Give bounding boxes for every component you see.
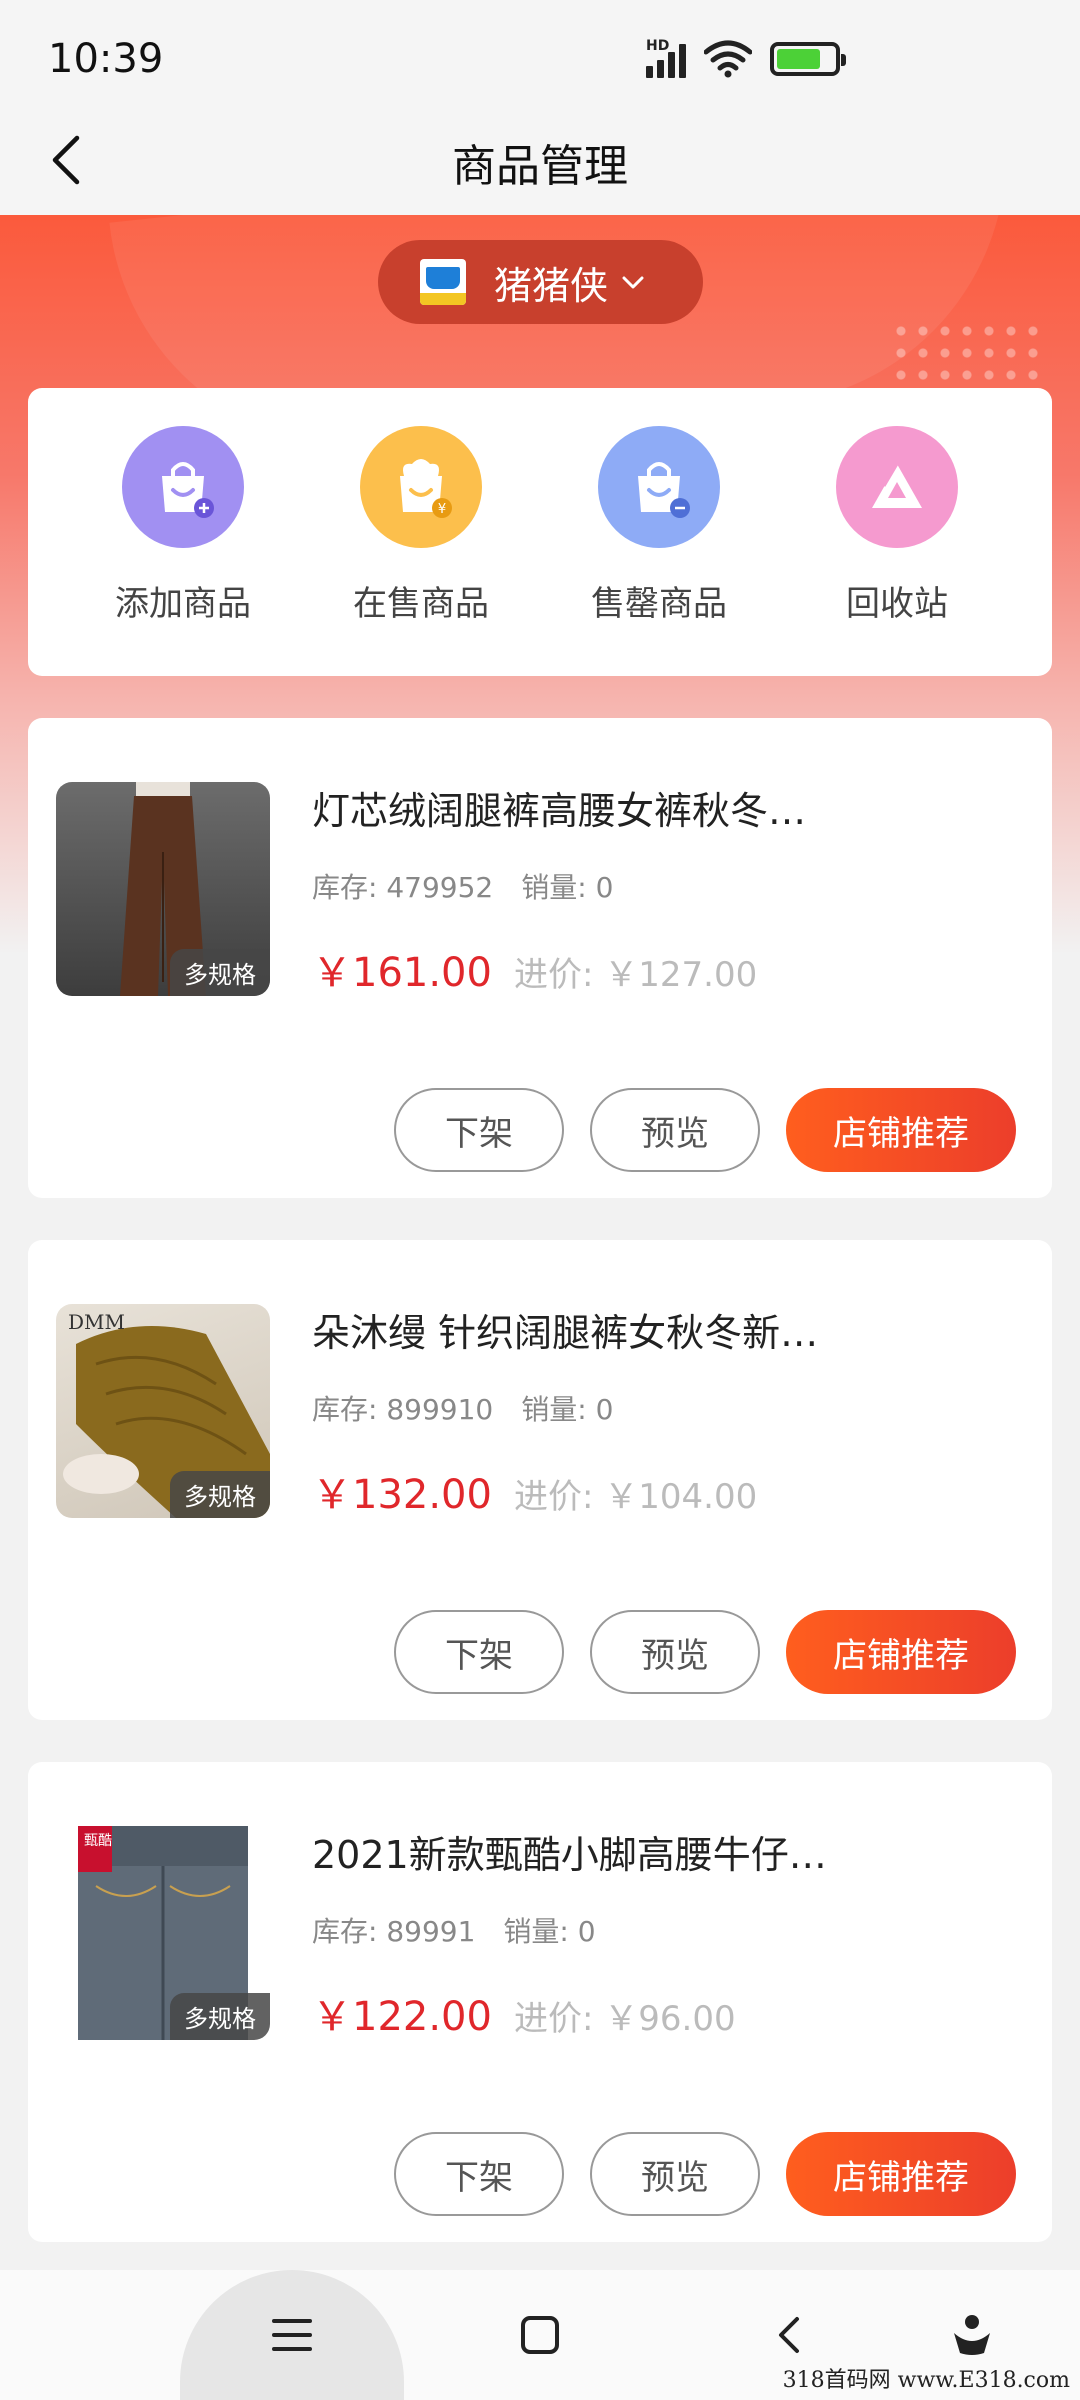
spec-tag: 多规格 bbox=[170, 949, 270, 996]
product-image[interactable]: 多规格 bbox=[56, 782, 270, 996]
preview-button[interactable]: 预览 bbox=[590, 1088, 760, 1172]
stock-label: 库存: bbox=[312, 1393, 378, 1426]
product-title[interactable]: 朵沐缦 针织阔腿裤女秋冬新… bbox=[312, 1302, 872, 1357]
quick-action-add-product[interactable]: 添加商品 bbox=[83, 426, 283, 676]
page-title: 商品管理 bbox=[452, 141, 628, 192]
wifi-icon bbox=[704, 40, 752, 78]
recommend-button[interactable]: 店铺推荐 bbox=[786, 1088, 1016, 1172]
status-time: 10:39 bbox=[48, 36, 164, 82]
delist-button[interactable]: 下架 bbox=[394, 1088, 564, 1172]
stock-label: 库存: bbox=[312, 871, 378, 904]
sales-label: 销量: bbox=[521, 871, 587, 904]
product-image[interactable]: DMM 多规格 bbox=[56, 1304, 270, 1518]
product-image[interactable]: 甄酷 多规格 bbox=[56, 1826, 270, 2040]
hd-label: HD bbox=[646, 38, 670, 54]
stock-value: 479952 bbox=[386, 871, 494, 904]
product-card[interactable]: DMM 多规格 朵沐缦 针织阔腿裤女秋冬新… 库存: 899910 销量: 0 … bbox=[28, 1240, 1052, 1720]
sales-value: 0 bbox=[577, 1915, 596, 1948]
brand-text: 甄酷 bbox=[84, 1833, 112, 1849]
sales-label: 销量: bbox=[503, 1915, 569, 1948]
price-row: ￥122.00 进价: ￥96.00 bbox=[312, 1984, 736, 2042]
sale-price: ￥132.00 bbox=[312, 1472, 492, 1518]
chevron-down-icon bbox=[622, 276, 644, 289]
delist-button[interactable]: 下架 bbox=[394, 1610, 564, 1694]
shopping-bag-yen-icon: ¥ bbox=[360, 426, 482, 548]
quick-action-sold-out[interactable]: 售罄商品 bbox=[559, 426, 759, 676]
sales-value: 0 bbox=[595, 871, 614, 904]
svg-text:¥: ¥ bbox=[438, 502, 446, 517]
price-row: ￥132.00 进价: ￥104.00 bbox=[312, 1462, 757, 1520]
cost-label: 进价: bbox=[513, 1999, 594, 2039]
product-title[interactable]: 2021新款甄酷小脚高腰牛仔… bbox=[312, 1824, 872, 1879]
product-meta: 库存: 89991 销量: 0 bbox=[312, 1910, 596, 1950]
status-icons: HD bbox=[646, 38, 846, 78]
product-card[interactable]: 多规格 灯芯绒阔腿裤高腰女裤秋冬… 库存: 479952 销量: 0 ￥161.… bbox=[28, 718, 1052, 1198]
shop-selector[interactable]: 猪猪侠 bbox=[378, 240, 703, 324]
system-nav-bar: 318首码网 www.E318.com bbox=[0, 2270, 1080, 2400]
sale-price: ￥122.00 bbox=[312, 1994, 492, 2040]
quick-action-label: 在售商品 bbox=[353, 584, 489, 624]
recommend-button[interactable]: 店铺推荐 bbox=[786, 1610, 1016, 1694]
shop-name: 猪猪侠 bbox=[494, 263, 609, 308]
sales-value: 0 bbox=[595, 1393, 614, 1426]
quick-action-on-sale[interactable]: ¥ 在售商品 bbox=[321, 426, 521, 676]
sales-label: 销量: bbox=[521, 1393, 587, 1426]
app-header: 商品管理 bbox=[0, 110, 1080, 215]
menu-icon[interactable] bbox=[262, 2305, 322, 2365]
preview-button[interactable]: 预览 bbox=[590, 1610, 760, 1694]
cost-price: ￥104.00 bbox=[604, 1477, 758, 1517]
product-meta: 库存: 479952 销量: 0 bbox=[312, 866, 613, 906]
assistant-icon[interactable] bbox=[942, 2305, 1002, 2365]
sale-price: ￥161.00 bbox=[312, 950, 492, 996]
stock-value: 899910 bbox=[386, 1393, 494, 1426]
preview-button[interactable]: 预览 bbox=[590, 2132, 760, 2216]
stock-label: 库存: bbox=[312, 1915, 378, 1948]
watermark-text: 318首码网 www.E318.com bbox=[782, 2368, 1070, 2393]
spec-tag: 多规格 bbox=[170, 1993, 270, 2040]
signal-icon: HD bbox=[646, 38, 686, 78]
status-bar: 10:39 HD bbox=[0, 0, 1080, 110]
quick-action-label: 添加商品 bbox=[115, 584, 251, 624]
brand-text: DMM bbox=[68, 1310, 125, 1334]
spec-tag: 多规格 bbox=[170, 1471, 270, 1518]
quick-action-label: 回收站 bbox=[846, 584, 948, 624]
product-meta: 库存: 899910 销量: 0 bbox=[312, 1388, 613, 1428]
product-card[interactable]: 甄酷 多规格 2021新款甄酷小脚高腰牛仔… 库存: 89991 销量: 0 ￥… bbox=[28, 1762, 1052, 2242]
cost-price: ￥127.00 bbox=[604, 955, 758, 995]
recommend-button[interactable]: 店铺推荐 bbox=[786, 2132, 1016, 2216]
cost-label: 进价: bbox=[513, 1477, 594, 1517]
cost-label: 进价: bbox=[513, 955, 594, 995]
back-chevron-icon[interactable] bbox=[758, 2305, 818, 2365]
price-row: ￥161.00 进价: ￥127.00 bbox=[312, 940, 757, 998]
quick-action-recycle-bin[interactable]: 回收站 bbox=[797, 426, 997, 676]
shop-logo bbox=[420, 259, 466, 305]
stock-value: 89991 bbox=[386, 1915, 476, 1948]
shopping-bag-minus-icon bbox=[598, 426, 720, 548]
delist-button[interactable]: 下架 bbox=[394, 2132, 564, 2216]
quick-actions-card: 添加商品 ¥ 在售商品 售罄商品 回收站 bbox=[28, 388, 1052, 676]
home-square-icon[interactable] bbox=[510, 2305, 570, 2365]
recycle-triangle-icon bbox=[836, 426, 958, 548]
product-title[interactable]: 灯芯绒阔腿裤高腰女裤秋冬… bbox=[312, 780, 872, 835]
quick-action-label: 售罄商品 bbox=[591, 584, 727, 624]
battery-charging-icon bbox=[770, 42, 846, 76]
shopping-bag-plus-icon bbox=[122, 426, 244, 548]
cost-price: ￥96.00 bbox=[604, 1999, 736, 2039]
